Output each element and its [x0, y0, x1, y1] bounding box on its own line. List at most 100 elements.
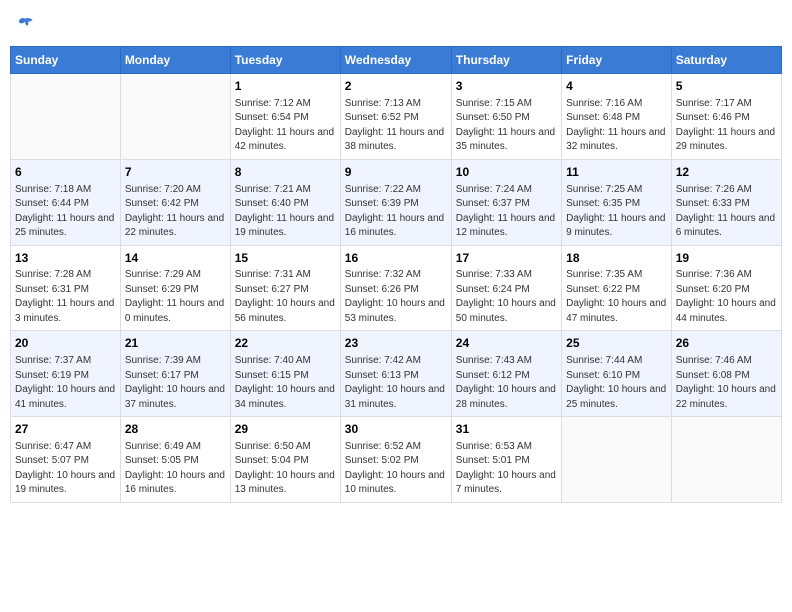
calendar-cell: 13Sunrise: 7:28 AM Sunset: 6:31 PM Dayli…	[11, 245, 121, 331]
calendar-cell: 29Sunrise: 6:50 AM Sunset: 5:04 PM Dayli…	[230, 417, 340, 503]
day-info: Sunrise: 6:50 AM Sunset: 5:04 PM Dayligh…	[235, 440, 336, 498]
calendar-cell: 23Sunrise: 7:42 AM Sunset: 6:13 PM Dayli…	[340, 331, 451, 417]
calendar-cell: 6Sunrise: 7:18 AM Sunset: 6:44 PM Daylig…	[11, 159, 121, 245]
calendar-cell: 10 Sunrise: 7:24 AM Sunset: 6:37 PM Dayli…	[451, 159, 561, 245]
calendar-cell: 9 Sunrise: 7:22 AM Sunset: 6:39 PM Daylig…	[340, 159, 451, 245]
day-number: 27	[15, 421, 116, 438]
day-number: 15	[235, 250, 336, 267]
column-header-sunday: Sunday	[11, 47, 121, 74]
calendar-cell	[671, 417, 781, 503]
calendar-cell: 18Sunrise: 7:35 AM Sunset: 6:22 PM Dayli…	[562, 245, 672, 331]
week-row-1: 1 Sunrise: 7:12 AM Sunset: 6:54 PM Daylig…	[11, 74, 782, 160]
day-info: Sunrise: 7:18 AM Sunset: 6:44 PM Dayligh…	[15, 183, 116, 241]
calendar-cell: 2 Sunrise: 7:13 AM Sunset: 6:52 PM Daylig…	[340, 74, 451, 160]
day-number: 2	[345, 78, 447, 95]
calendar-cell: 4Sunrise: 7:16 AM Sunset: 6:48 PM Daylig…	[562, 74, 672, 160]
day-number: 31	[456, 421, 557, 438]
calendar-cell: 12 Sunrise: 7:26 AM Sunset: 6:33 PM Dayli…	[671, 159, 781, 245]
day-number: 14	[125, 250, 226, 267]
day-info: Sunrise: 6:52 AM Sunset: 5:02 PM Dayligh…	[345, 440, 447, 498]
calendar-cell: 1 Sunrise: 7:12 AM Sunset: 6:54 PM Daylig…	[230, 74, 340, 160]
day-info: Sunrise: 6:47 AM Sunset: 5:07 PM Dayligh…	[15, 440, 116, 498]
day-info: Sunrise: 7:39 AM Sunset: 6:17 PM Dayligh…	[125, 354, 226, 412]
calendar-cell: 3 Sunrise: 7:15 AM Sunset: 6:50 PM Daylig…	[451, 74, 561, 160]
day-number: 12	[676, 164, 777, 181]
day-info: Sunrise: 7:20 AM Sunset: 6:42 PM Dayligh…	[125, 183, 226, 241]
day-info: Sunrise: 7:24 AM Sunset: 6:37 PM Dayligh…	[456, 183, 557, 241]
day-info: Sunrise: 7:42 AM Sunset: 6:13 PM Dayligh…	[345, 354, 447, 412]
calendar-cell: 7 Sunrise: 7:20 AM Sunset: 6:42 PM Daylig…	[120, 159, 230, 245]
calendar-cell: 8Sunrise: 7:21 AM Sunset: 6:40 PM Daylig…	[230, 159, 340, 245]
calendar-cell: 28 Sunrise: 6:49 AM Sunset: 5:05 PM Dayli…	[120, 417, 230, 503]
day-info: Sunrise: 7:40 AM Sunset: 6:15 PM Dayligh…	[235, 354, 336, 412]
day-info: Sunrise: 7:36 AM Sunset: 6:20 PM Dayligh…	[676, 268, 777, 326]
day-info: Sunrise: 6:49 AM Sunset: 5:05 PM Dayligh…	[125, 440, 226, 498]
calendar-cell: 20 Sunrise: 7:37 AM Sunset: 6:19 PM Dayli…	[11, 331, 121, 417]
week-row-2: 6Sunrise: 7:18 AM Sunset: 6:44 PM Daylig…	[11, 159, 782, 245]
day-info: Sunrise: 7:32 AM Sunset: 6:26 PM Dayligh…	[345, 268, 447, 326]
calendar-cell	[120, 74, 230, 160]
page-header	[10, 10, 782, 40]
column-header-thursday: Thursday	[451, 47, 561, 74]
header-row: SundayMondayTuesdayWednesdayThursdayFrid…	[11, 47, 782, 74]
column-header-tuesday: Tuesday	[230, 47, 340, 74]
day-info: Sunrise: 7:28 AM Sunset: 6:31 PM Dayligh…	[15, 268, 116, 326]
calendar-table: SundayMondayTuesdayWednesdayThursdayFrid…	[10, 46, 782, 503]
week-row-3: 13Sunrise: 7:28 AM Sunset: 6:31 PM Dayli…	[11, 245, 782, 331]
day-number: 16	[345, 250, 447, 267]
day-info: Sunrise: 7:33 AM Sunset: 6:24 PM Dayligh…	[456, 268, 557, 326]
calendar-cell: 14Sunrise: 7:29 AM Sunset: 6:29 PM Dayli…	[120, 245, 230, 331]
week-row-5: 27 Sunrise: 6:47 AM Sunset: 5:07 PM Dayli…	[11, 417, 782, 503]
column-header-saturday: Saturday	[671, 47, 781, 74]
calendar-cell: 25Sunrise: 7:44 AM Sunset: 6:10 PM Dayli…	[562, 331, 672, 417]
calendar-cell: 26Sunrise: 7:46 AM Sunset: 6:08 PM Dayli…	[671, 331, 781, 417]
day-info: Sunrise: 7:16 AM Sunset: 6:48 PM Dayligh…	[566, 97, 667, 155]
calendar-cell: 30 Sunrise: 6:52 AM Sunset: 5:02 PM Dayli…	[340, 417, 451, 503]
column-header-friday: Friday	[562, 47, 672, 74]
calendar-cell	[11, 74, 121, 160]
day-number: 22	[235, 335, 336, 352]
day-number: 5	[676, 78, 777, 95]
day-number: 1	[235, 78, 336, 95]
day-number: 20	[15, 335, 116, 352]
logo	[14, 16, 34, 34]
day-info: Sunrise: 6:53 AM Sunset: 5:01 PM Dayligh…	[456, 440, 557, 498]
day-info: Sunrise: 7:26 AM Sunset: 6:33 PM Dayligh…	[676, 183, 777, 241]
day-number: 9	[345, 164, 447, 181]
day-info: Sunrise: 7:12 AM Sunset: 6:54 PM Dayligh…	[235, 97, 336, 155]
day-number: 8	[235, 164, 336, 181]
day-number: 19	[676, 250, 777, 267]
calendar-cell: 19Sunrise: 7:36 AM Sunset: 6:20 PM Dayli…	[671, 245, 781, 331]
day-number: 26	[676, 335, 777, 352]
day-number: 28	[125, 421, 226, 438]
day-info: Sunrise: 7:17 AM Sunset: 6:46 PM Dayligh…	[676, 97, 777, 155]
calendar-cell: 31 Sunrise: 6:53 AM Sunset: 5:01 PM Dayli…	[451, 417, 561, 503]
week-row-4: 20 Sunrise: 7:37 AM Sunset: 6:19 PM Dayli…	[11, 331, 782, 417]
calendar-cell: 5 Sunrise: 7:17 AM Sunset: 6:46 PM Daylig…	[671, 74, 781, 160]
day-info: Sunrise: 7:35 AM Sunset: 6:22 PM Dayligh…	[566, 268, 667, 326]
day-info: Sunrise: 7:37 AM Sunset: 6:19 PM Dayligh…	[15, 354, 116, 412]
day-info: Sunrise: 7:22 AM Sunset: 6:39 PM Dayligh…	[345, 183, 447, 241]
day-number: 7	[125, 164, 226, 181]
day-info: Sunrise: 7:29 AM Sunset: 6:29 PM Dayligh…	[125, 268, 226, 326]
column-header-monday: Monday	[120, 47, 230, 74]
day-number: 18	[566, 250, 667, 267]
calendar-cell: 22 Sunrise: 7:40 AM Sunset: 6:15 PM Dayli…	[230, 331, 340, 417]
day-number: 21	[125, 335, 226, 352]
day-info: Sunrise: 7:43 AM Sunset: 6:12 PM Dayligh…	[456, 354, 557, 412]
day-number: 3	[456, 78, 557, 95]
day-number: 13	[15, 250, 116, 267]
calendar-cell: 24 Sunrise: 7:43 AM Sunset: 6:12 PM Dayli…	[451, 331, 561, 417]
calendar-cell	[562, 417, 672, 503]
day-info: Sunrise: 7:15 AM Sunset: 6:50 PM Dayligh…	[456, 97, 557, 155]
day-number: 30	[345, 421, 447, 438]
calendar-cell: 21 Sunrise: 7:39 AM Sunset: 6:17 PM Dayli…	[120, 331, 230, 417]
calendar-cell: 15Sunrise: 7:31 AM Sunset: 6:27 PM Dayli…	[230, 245, 340, 331]
logo-bird-icon	[16, 16, 34, 34]
column-header-wednesday: Wednesday	[340, 47, 451, 74]
day-info: Sunrise: 7:13 AM Sunset: 6:52 PM Dayligh…	[345, 97, 447, 155]
calendar-cell: 17Sunrise: 7:33 AM Sunset: 6:24 PM Dayli…	[451, 245, 561, 331]
day-info: Sunrise: 7:31 AM Sunset: 6:27 PM Dayligh…	[235, 268, 336, 326]
day-number: 10	[456, 164, 557, 181]
day-number: 24	[456, 335, 557, 352]
